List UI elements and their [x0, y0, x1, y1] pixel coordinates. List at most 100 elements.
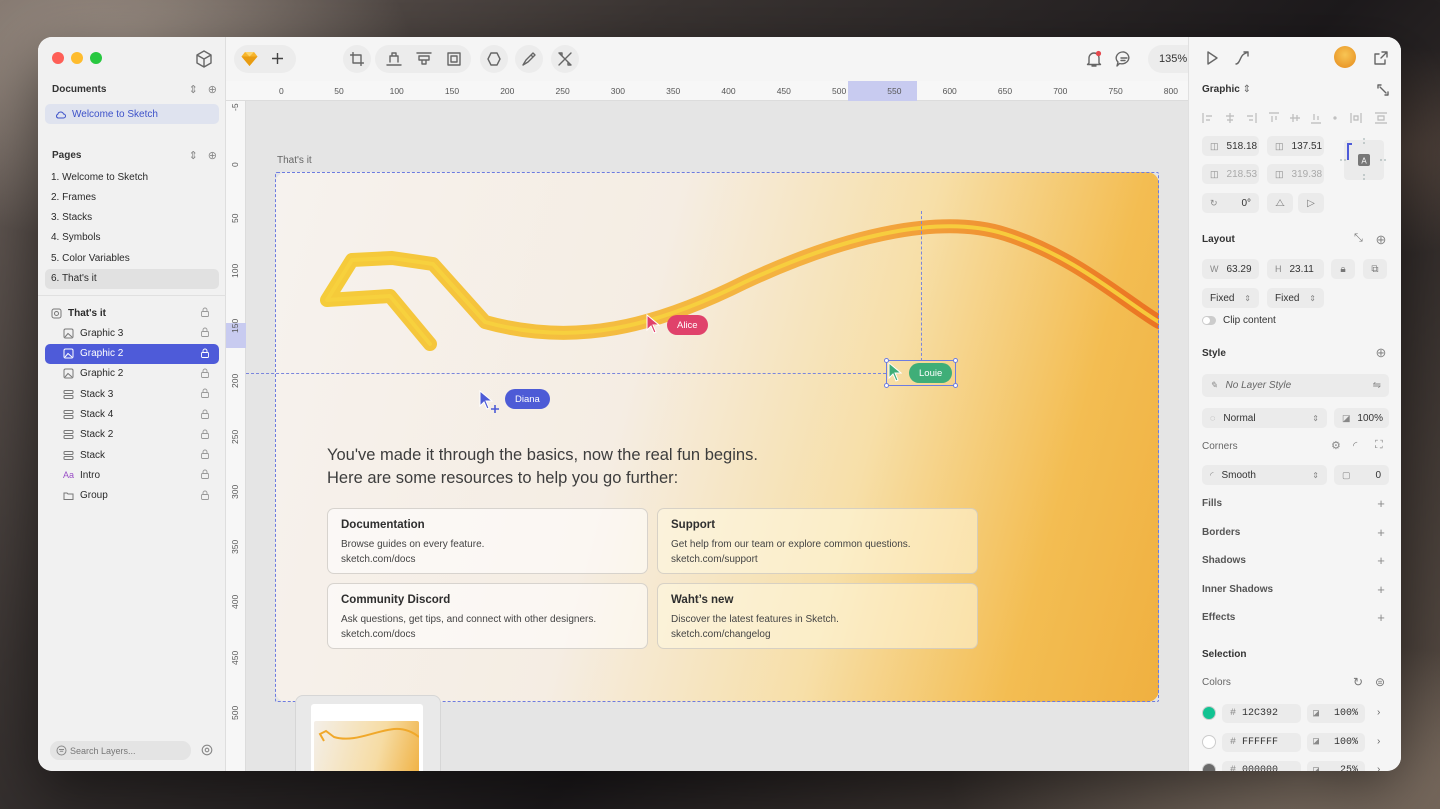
add-layout-icon[interactable]: ⊕: [1375, 233, 1387, 246]
page-item[interactable]: 2. Frames: [45, 187, 219, 207]
lock-icon[interactable]: [201, 490, 209, 500]
components-cube-icon[interactable]: [194, 49, 214, 69]
add-shadow-icon[interactable]: +: [1375, 554, 1387, 567]
add-document-icon[interactable]: ⊕: [208, 83, 217, 96]
resize-handle[interactable]: [953, 358, 958, 363]
corner-style-select[interactable]: ◜ Smooth ⇕: [1202, 465, 1327, 485]
add-fill-icon[interactable]: +: [1375, 497, 1387, 510]
constraints-widget[interactable]: A: [1338, 134, 1390, 186]
pen-button[interactable]: [515, 45, 543, 73]
headline-line-1[interactable]: You've made it through the basics, now t…: [327, 446, 758, 465]
chevron-right-icon[interactable]: ›: [1377, 736, 1380, 747]
frame-icon[interactable]: [446, 51, 462, 67]
hex-color-field[interactable]: # FFFFFF: [1222, 732, 1301, 752]
resource-card[interactable]: Documentation Browse guides on every feat…: [327, 508, 648, 574]
lock-ratio-button[interactable]: 🔒︎: [1331, 259, 1355, 279]
sketch-diamond-icon[interactable]: [241, 51, 258, 67]
corner-individual-icon[interactable]: ⛶: [1375, 439, 1383, 452]
page-item[interactable]: 1. Welcome to Sketch: [45, 167, 219, 187]
add-page-icon[interactable]: ⊕: [208, 149, 217, 162]
add-effect-icon[interactable]: +: [1375, 611, 1387, 624]
height-field[interactable]: H 23.11: [1267, 259, 1324, 279]
resource-card[interactable]: Waht’s new Discover the latest features i…: [657, 583, 978, 649]
distribute-icon[interactable]: [386, 51, 402, 67]
comments-icon[interactable]: [1115, 50, 1133, 68]
resize-handle[interactable]: [884, 383, 889, 388]
page-item[interactable]: 5. Color Variables: [45, 248, 219, 268]
layer-item[interactable]: Graphic 3: [45, 323, 219, 343]
color-opacity-field[interactable]: ◪ 100%: [1307, 732, 1365, 752]
page-item[interactable]: 4. Symbols: [45, 228, 219, 248]
lock-icon[interactable]: [201, 307, 209, 317]
color-swatch[interactable]: [1202, 706, 1216, 720]
corner-settings-icon[interactable]: ⚙︎: [1331, 439, 1341, 452]
layer-style-select[interactable]: ✎ No Layer Style ⇋: [1202, 374, 1389, 397]
resource-card[interactable]: Support Get help from our team or explore…: [657, 508, 978, 574]
document-item-welcome[interactable]: Welcome to Sketch: [45, 104, 219, 124]
resize-mode-button[interactable]: ⧉: [1363, 259, 1387, 279]
rotation-field[interactable]: ↻ 0°: [1202, 193, 1259, 213]
notifications-bell-icon[interactable]: [1085, 50, 1103, 68]
align-top-icon[interactable]: [416, 51, 432, 67]
resize-corner-icon[interactable]: [1377, 84, 1389, 96]
corner-radius-field[interactable]: ▢ 0: [1334, 465, 1389, 485]
inspector-title[interactable]: Graphic ⇕: [1202, 84, 1251, 95]
card-link[interactable]: sketch.com/support: [671, 552, 964, 567]
color-swatch[interactable]: [1202, 734, 1216, 749]
lock-icon[interactable]: [201, 449, 209, 460]
clip-content-toggle[interactable]: [1202, 316, 1216, 325]
layer-item[interactable]: Aa Intro: [45, 465, 219, 485]
headline-line-2[interactable]: Here are some resources to help you go f…: [327, 469, 678, 488]
color-swatch[interactable]: [1202, 763, 1216, 771]
corner-radius-icon[interactable]: ◜: [1353, 439, 1357, 452]
card-link[interactable]: sketch.com/docs: [341, 552, 634, 567]
lock-icon[interactable]: [201, 429, 209, 439]
color-opacity-field[interactable]: ◪ 25%: [1307, 761, 1365, 771]
play-icon[interactable]: [1204, 50, 1220, 66]
filter-icon[interactable]: ⊜: [1375, 675, 1385, 689]
zoom-window-button[interactable]: [90, 52, 102, 64]
user-avatar[interactable]: [1334, 46, 1356, 68]
card-link[interactable]: sketch.com/docs: [341, 627, 634, 642]
resource-card[interactable]: Community Discord Ask questions, get tips…: [327, 583, 648, 649]
layer-item[interactable]: Stack 3: [45, 384, 219, 404]
prototype-link-icon[interactable]: [1234, 50, 1250, 66]
layer-item[interactable]: Group: [45, 486, 219, 506]
layer-item[interactable]: Stack 2: [45, 425, 219, 445]
artboard-thats-it[interactable]: Documentation Browse guides on every feat…: [275, 172, 1159, 702]
canvas[interactable]: That's it Documentation Browse guides on …: [246, 101, 1188, 771]
opacity-field[interactable]: ◪ 100%: [1334, 408, 1389, 428]
hex-color-field[interactable]: #12C392: [1222, 704, 1301, 723]
horizontal-sizing-select[interactable]: Fixed ⇕: [1202, 288, 1259, 308]
lock-icon[interactable]: [201, 469, 209, 480]
artboard-label[interactable]: That's it: [277, 155, 312, 166]
share-icon[interactable]: [1373, 50, 1389, 66]
prototype-button[interactable]: [551, 45, 579, 73]
page-item[interactable]: 3. Stacks: [45, 208, 219, 228]
add-inner-shadow-icon[interactable]: +: [1375, 583, 1387, 596]
y-position-field[interactable]: ◫ 137.51: [1267, 136, 1324, 156]
flip-horizontal-button[interactable]: ⧍: [1267, 193, 1293, 213]
layer-item[interactable]: Graphic 2: [45, 343, 219, 364]
y2-position-field[interactable]: ◫ 319.38: [1267, 164, 1324, 184]
x-position-field[interactable]: ◫ 518.18: [1202, 136, 1259, 156]
lock-icon[interactable]: [201, 409, 209, 419]
collapse-icon[interactable]: ⇕: [189, 83, 198, 96]
chevron-right-icon[interactable]: ›: [1377, 764, 1380, 771]
close-window-button[interactable]: [52, 52, 64, 64]
page-item[interactable]: 6. That's it: [45, 268, 219, 289]
alignment-icons[interactable]: [1202, 112, 1390, 124]
add-border-icon[interactable]: +: [1375, 526, 1387, 539]
refresh-icon[interactable]: ↻: [1353, 675, 1363, 689]
resize-handle[interactable]: [953, 383, 958, 388]
collapse-arrows-icon[interactable]: ⤡: [1354, 232, 1363, 245]
layer-item[interactable]: Stack: [45, 445, 219, 465]
layer-item[interactable]: That's it: [45, 303, 219, 323]
chevron-right-icon[interactable]: ›: [1377, 707, 1380, 718]
minimize-window-button[interactable]: [71, 52, 83, 64]
blend-mode-select[interactable]: ◌ Normal ⇕: [1202, 408, 1327, 428]
settings-icon[interactable]: [201, 744, 213, 756]
card-link[interactable]: sketch.com/changelog: [671, 627, 964, 642]
lock-icon[interactable]: [201, 368, 209, 378]
hex-color-field[interactable]: #000000: [1222, 761, 1301, 771]
